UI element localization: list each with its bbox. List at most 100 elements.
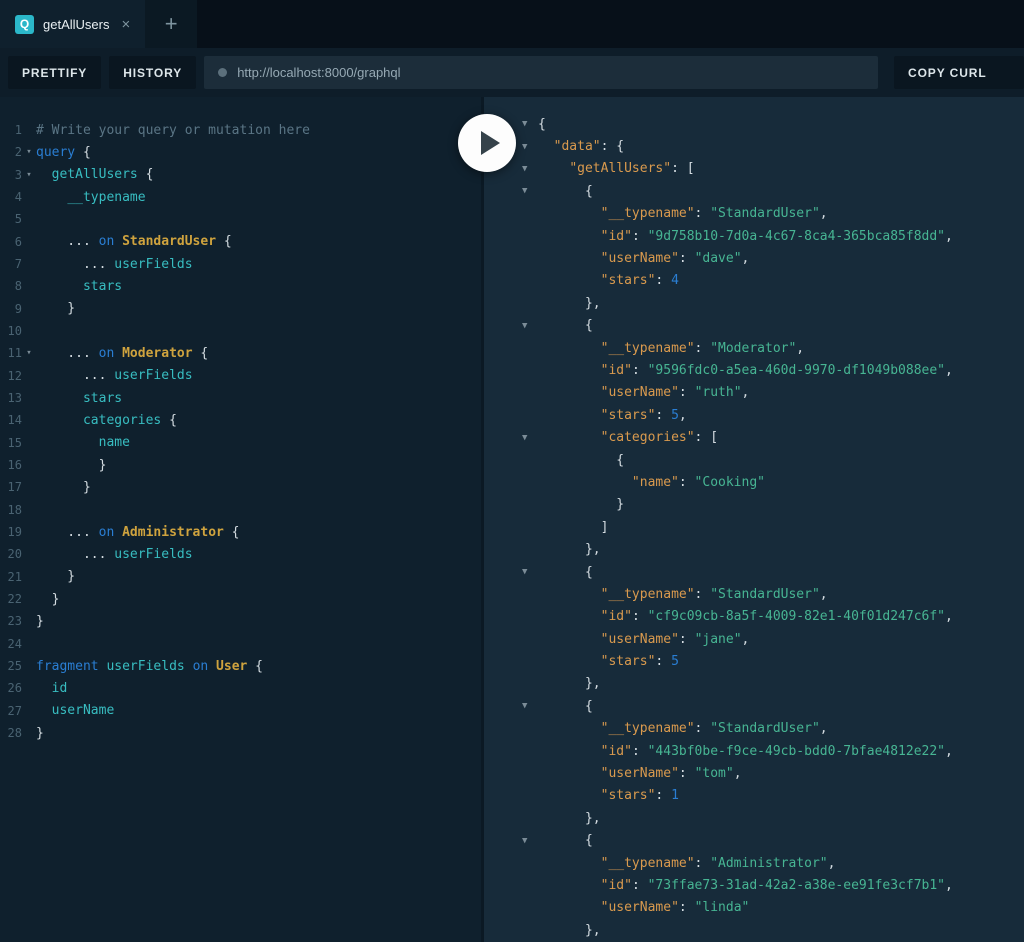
editor-line[interactable]: 28} [0,722,481,744]
token-pn: { [75,145,91,160]
editor-line[interactable]: 18 [0,499,481,521]
code-text: } [36,592,59,607]
editor-line[interactable]: 6 ... on StandardUser { [0,231,481,253]
tab-close-icon[interactable]: × [121,16,130,33]
editor-line[interactable]: 13 stars [0,387,481,409]
code-text: }, [538,811,601,826]
copy-curl-button[interactable]: COPY CURL [894,56,1024,89]
token-str: "Administrator" [710,856,827,871]
editor-line[interactable]: 21 } [0,566,481,588]
collapse-arrow-icon[interactable]: ▼ [522,164,538,174]
result-line: ▼ "getAllUsers": [ [484,158,1024,180]
token-key: "stars" [601,788,656,803]
collapse-arrow-icon[interactable]: ▼ [522,836,538,846]
token-key: "__typename" [601,206,695,221]
token-pn [114,346,122,361]
token-str: "StandardUser" [710,587,820,602]
editor-line[interactable]: 19 ... on Administrator { [0,521,481,543]
endpoint-input[interactable]: http://localhost:8000/graphql [204,56,878,89]
editor-line[interactable]: 4 __typename [0,186,481,208]
token-fld: categories [83,413,161,428]
editor-line[interactable]: 23} [0,610,481,632]
token-pn: : [655,408,671,423]
code-text: "__typename": "Administrator", [538,856,835,871]
code-text: "stars": 5, [538,408,687,423]
token-pn [208,659,216,674]
editor-line[interactable]: 12 ... userFields [0,365,481,387]
editor-line[interactable]: 22 } [0,588,481,610]
new-tab-button[interactable]: + [145,0,197,48]
token-pn: : [632,744,648,759]
token-pn: : [655,654,671,669]
editor-line[interactable]: 2▾query { [0,141,481,163]
code-text: "name": "Cooking" [538,475,765,490]
token-num: 1 [671,788,679,803]
collapse-arrow-icon[interactable]: ▼ [522,321,538,331]
line-number: 10 [0,324,22,338]
editor-line[interactable]: 26 id [0,677,481,699]
editor-line[interactable]: 8 stars [0,275,481,297]
editor-line[interactable]: 9 } [0,298,481,320]
token-fld: name [99,435,130,450]
code-text: query { [36,145,91,160]
result-line: "id": "9596fdc0-a5ea-460d-9970-df1049b08… [484,359,1024,381]
response-viewer: ▼{▼ "data": {▼ "getAllUsers": [▼ { "__ty… [484,97,1024,942]
editor-line[interactable]: 16 } [0,454,481,476]
collapse-arrow-icon[interactable]: ▼ [522,567,538,577]
token-pn: ... [36,525,99,540]
fold-arrow-icon[interactable]: ▾ [22,170,36,180]
collapse-arrow-icon[interactable]: ▼ [522,701,538,711]
editor-line[interactable]: 17 } [0,476,481,498]
query-editor[interactable]: 1# Write your query or mutation here2▾qu… [0,97,484,942]
editor-line[interactable]: 15 name [0,432,481,454]
editor-line[interactable]: 10 [0,320,481,342]
token-pn: }, [538,296,601,311]
collapse-arrow-icon[interactable]: ▼ [522,142,538,152]
code-text: "id": "9d758b10-7d0a-4c67-8ca4-365bca85f… [538,229,953,244]
code-text: }, [538,542,601,557]
token-pn [538,161,569,176]
editor-line[interactable]: 20 ... userFields [0,543,481,565]
result-line: }, [484,538,1024,560]
token-typ: Moderator [122,346,192,361]
collapse-arrow-icon[interactable]: ▼ [522,433,538,443]
editor-line[interactable]: 1# Write your query or mutation here [0,119,481,141]
editor-line[interactable]: 27 userName [0,700,481,722]
collapse-arrow-icon[interactable]: ▼ [522,119,538,129]
editor-line[interactable]: 14 categories { [0,409,481,431]
editor-line[interactable]: 7 ... userFields [0,253,481,275]
editor-line[interactable]: 3▾ getAllUsers { [0,164,481,186]
token-pn [36,681,52,696]
result-line: "__typename": "Moderator", [484,337,1024,359]
editor-line[interactable]: 24 [0,633,481,655]
collapse-arrow-icon[interactable]: ▼ [522,186,538,196]
code-text: } [36,569,75,584]
token-pn: : [695,206,711,221]
token-num: 5 [671,408,679,423]
token-pn [36,391,83,406]
result-line: } [484,494,1024,516]
history-button[interactable]: HISTORY [109,56,196,89]
tab-getallusers[interactable]: Q getAllUsers × [0,0,145,48]
token-pn: : [632,363,648,378]
code-text: { [538,453,624,468]
token-str: "dave" [695,251,742,266]
token-num: 5 [671,654,679,669]
token-pn [538,385,601,400]
prettify-button[interactable]: PRETTIFY [8,56,101,89]
fold-arrow-icon[interactable]: ▾ [22,348,36,358]
token-pn [538,139,554,154]
line-number: 7 [0,257,22,271]
result-line: "userName": "dave", [484,247,1024,269]
editor-line[interactable]: 25fragment userFields on User { [0,655,481,677]
editor-line[interactable]: 11▾ ... on Moderator { [0,342,481,364]
token-pn: : { [601,139,624,154]
line-number: 19 [0,525,22,539]
code-text: { [538,117,546,132]
editor-line[interactable]: 5 [0,208,481,230]
result-line: }, [484,919,1024,941]
execute-query-button[interactable] [458,114,516,172]
token-pn: { [138,167,154,182]
fold-arrow-icon[interactable]: ▾ [22,147,36,157]
token-pn: ... [36,547,114,562]
